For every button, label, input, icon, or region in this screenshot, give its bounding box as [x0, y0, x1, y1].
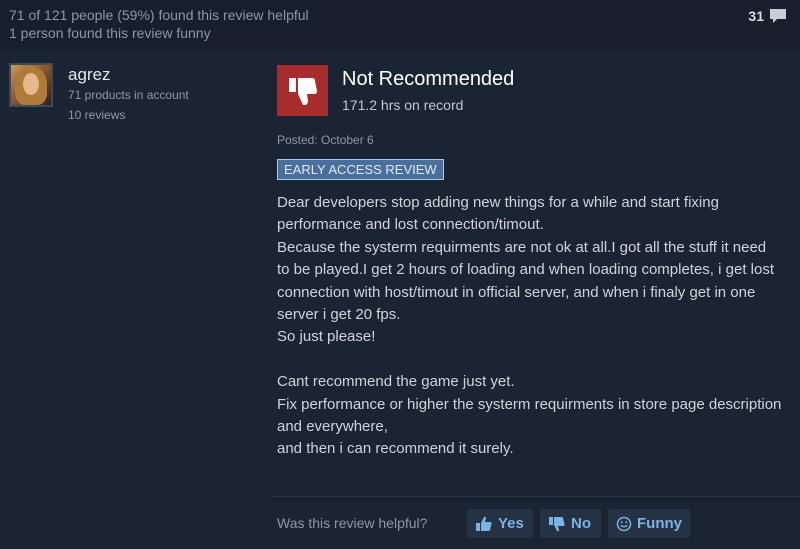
thumbs-down-icon [549, 516, 565, 531]
vote-yes-button[interactable]: Yes [467, 509, 533, 538]
author-name[interactable]: agrez [68, 65, 111, 85]
vote-funny-button[interactable]: Funny [608, 509, 690, 538]
vote-no-button[interactable]: No [540, 509, 601, 538]
review-text: Dear developers stop adding new things f… [277, 194, 782, 458]
vote-funny-label: Funny [637, 515, 682, 532]
verdict-title[interactable]: Not Recommended [342, 68, 514, 91]
comment-count: 31 [748, 8, 764, 24]
review-card: agrez 71 products in account 10 reviews … [0, 50, 800, 549]
review-header-bar: 71 of 121 people (59%) found this review… [0, 0, 800, 50]
author-reviews[interactable]: 10 reviews [68, 108, 125, 122]
funny-count-text: 1 person found this review funny [9, 25, 211, 41]
comments-link[interactable]: 31 [748, 7, 788, 25]
smiley-icon [616, 516, 632, 531]
speech-bubble-icon [770, 9, 786, 23]
vote-yes-label: Yes [498, 515, 524, 532]
posted-date: Posted: October 6 [277, 133, 374, 147]
thumbs-down-icon [277, 65, 328, 116]
avatar[interactable] [9, 63, 53, 107]
helpful-count-text: 71 of 121 people (59%) found this review… [9, 7, 309, 23]
divider [272, 496, 800, 497]
vote-no-label: No [571, 515, 591, 532]
author-products[interactable]: 71 products in account [68, 88, 189, 102]
early-access-badge: EARLY ACCESS REVIEW [277, 159, 444, 180]
thumbs-up-icon [476, 516, 492, 531]
hours-on-record: 171.2 hrs on record [342, 97, 464, 113]
helpful-question: Was this review helpful? [277, 515, 428, 531]
